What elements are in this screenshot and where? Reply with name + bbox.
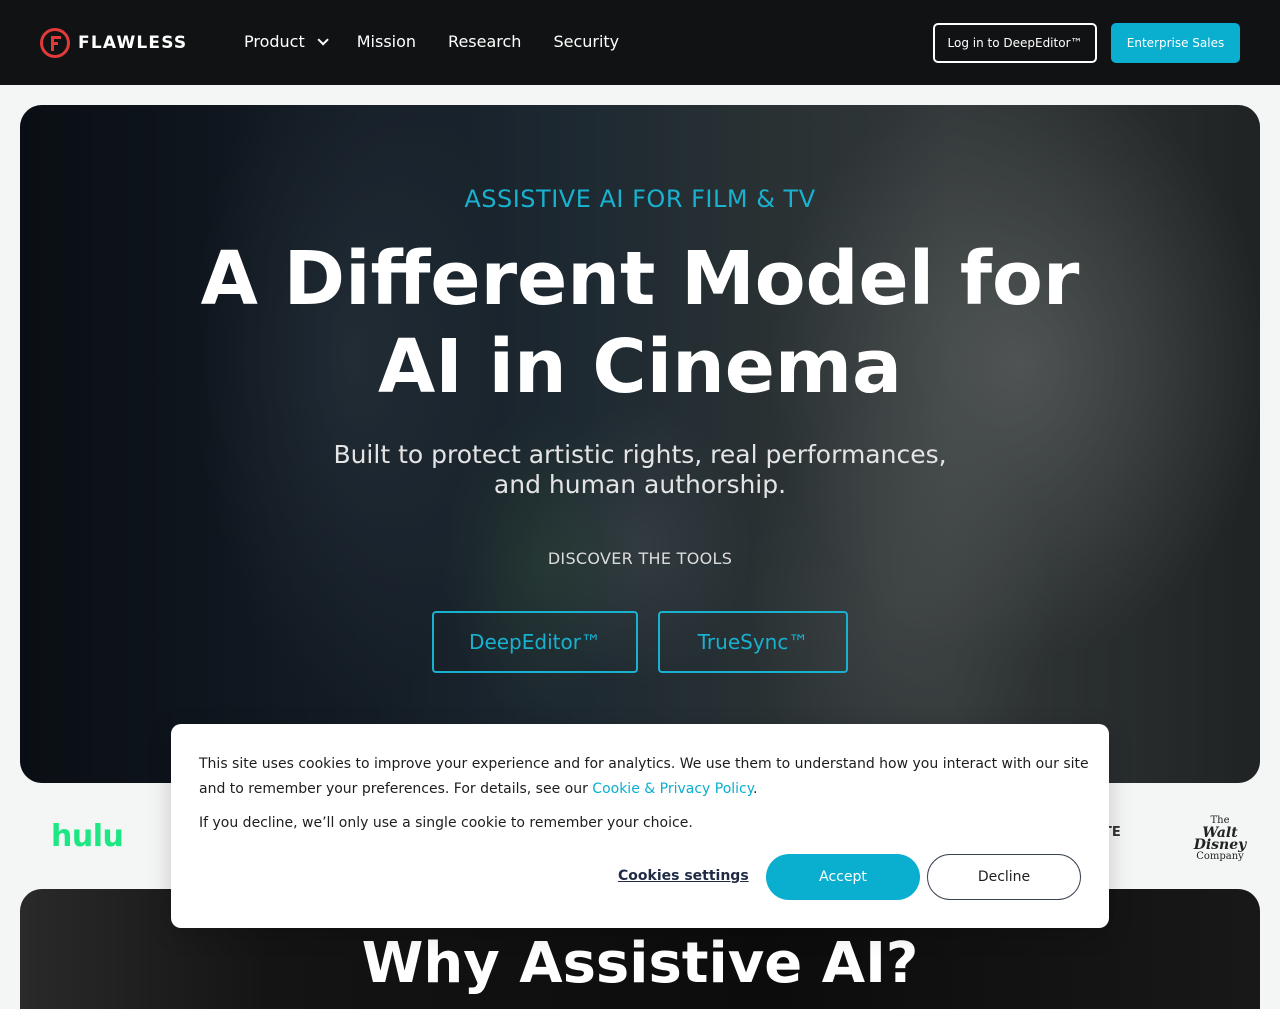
login-deepeditor-button[interactable]: Log in to DeepEditor™ — [933, 23, 1097, 63]
hulu-logo: hulu — [51, 819, 124, 854]
hero-title-line2: AI in Cinema — [378, 324, 902, 410]
enterprise-sales-button[interactable]: Enterprise Sales — [1111, 23, 1240, 63]
nav-links: Product Mission Research Security — [244, 32, 651, 51]
cookies-settings-link[interactable]: Cookies settings — [618, 868, 749, 884]
hero-title-line1: A Different Model for — [200, 236, 1080, 322]
section-title: Why Assistive AI? — [361, 931, 919, 996]
cookie-text: This site uses cookies to improve your e… — [199, 752, 1089, 802]
hero-subtitle: Built to protect artistic rights, real p… — [20, 440, 1260, 500]
hero-title: A Different Model for AI in Cinema — [20, 235, 1260, 411]
cookie-decline-note: If you decline, we’ll only use a single … — [199, 815, 693, 831]
disney-logo-line2: Walt Disney — [1193, 825, 1247, 853]
nav-research[interactable]: Research — [448, 32, 521, 51]
nav-mission[interactable]: Mission — [357, 32, 416, 51]
nav-product[interactable]: Product — [244, 32, 329, 51]
nav-research-label: Research — [448, 32, 522, 51]
deepeditor-button[interactable]: DeepEditor™ — [432, 611, 638, 673]
logo-text: FLAWLESS — [78, 33, 188, 53]
hero-subtitle-line1: Built to protect artistic rights, real p… — [333, 440, 947, 469]
chevron-down-icon — [317, 33, 329, 46]
truesync-button[interactable]: TrueSync™ — [658, 611, 848, 673]
discover-tools-label: DISCOVER THE TOOLS — [547, 549, 733, 568]
hero-eyebrow: ASSISTIVE AI FOR FILM & TV — [464, 185, 816, 213]
nav-mission-label: Mission — [356, 32, 417, 51]
accept-cookies-button[interactable]: Accept — [766, 854, 920, 900]
cookie-banner: This site uses cookies to improve your e… — [171, 724, 1109, 928]
top-nav: FLAWLESS Product Mission Research Securi… — [0, 0, 1280, 85]
decline-cookies-button[interactable]: Decline — [927, 854, 1081, 900]
cookie-policy-link[interactable]: Cookie & Privacy Policy — [592, 781, 753, 797]
disney-logo: The Walt Disney Company — [1180, 815, 1260, 863]
hero-subtitle-line2: and human authorship. — [493, 470, 787, 499]
nav-product-label: Product — [244, 32, 305, 51]
flawless-logo-icon — [40, 28, 70, 58]
disney-logo-line3: Company — [1196, 851, 1244, 862]
flawless-logo[interactable]: FLAWLESS — [40, 28, 187, 58]
nav-security-label: Security — [553, 32, 620, 51]
cookie-text-end: . — [753, 781, 758, 797]
hero-section: ASSISTIVE AI FOR FILM & TV A Different M… — [20, 105, 1260, 783]
nav-security[interactable]: Security — [553, 32, 619, 51]
